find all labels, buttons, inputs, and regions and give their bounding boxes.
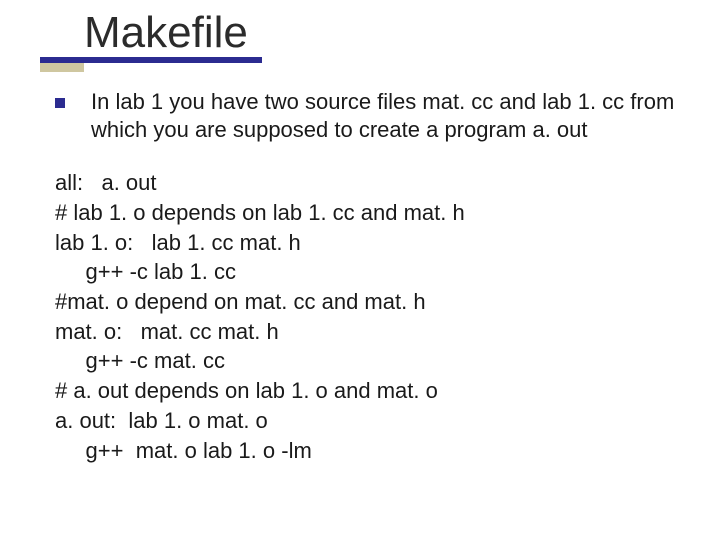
- code-line: a. out: lab 1. o mat. o: [55, 408, 268, 433]
- code-line: all: a. out: [55, 170, 157, 195]
- code-line: g++ mat. o lab 1. o -lm: [55, 438, 312, 463]
- square-bullet-icon: [55, 98, 65, 108]
- bullet-item: In lab 1 you have two source files mat. …: [55, 88, 692, 144]
- code-line: # a. out depends on lab 1. o and mat. o: [55, 378, 438, 403]
- code-line: #mat. o depend on mat. cc and mat. h: [55, 289, 426, 314]
- title-underline-shadow: [40, 63, 84, 72]
- code-line: mat. o: mat. cc mat. h: [55, 319, 279, 344]
- slide-title: Makefile: [84, 8, 248, 62]
- makefile-code: all: a. out # lab 1. o depends on lab 1.…: [55, 168, 692, 465]
- slide: Makefile In lab 1 you have two source fi…: [0, 0, 720, 540]
- code-line: g++ -c lab 1. cc: [55, 259, 236, 284]
- code-line: # lab 1. o depends on lab 1. cc and mat.…: [55, 200, 465, 225]
- slide-body: In lab 1 you have two source files mat. …: [55, 88, 692, 465]
- code-line: lab 1. o: lab 1. cc mat. h: [55, 230, 301, 255]
- title-wrap: Makefile: [84, 8, 248, 62]
- bullet-text: In lab 1 you have two source files mat. …: [91, 88, 692, 144]
- code-line: g++ -c mat. cc: [55, 348, 225, 373]
